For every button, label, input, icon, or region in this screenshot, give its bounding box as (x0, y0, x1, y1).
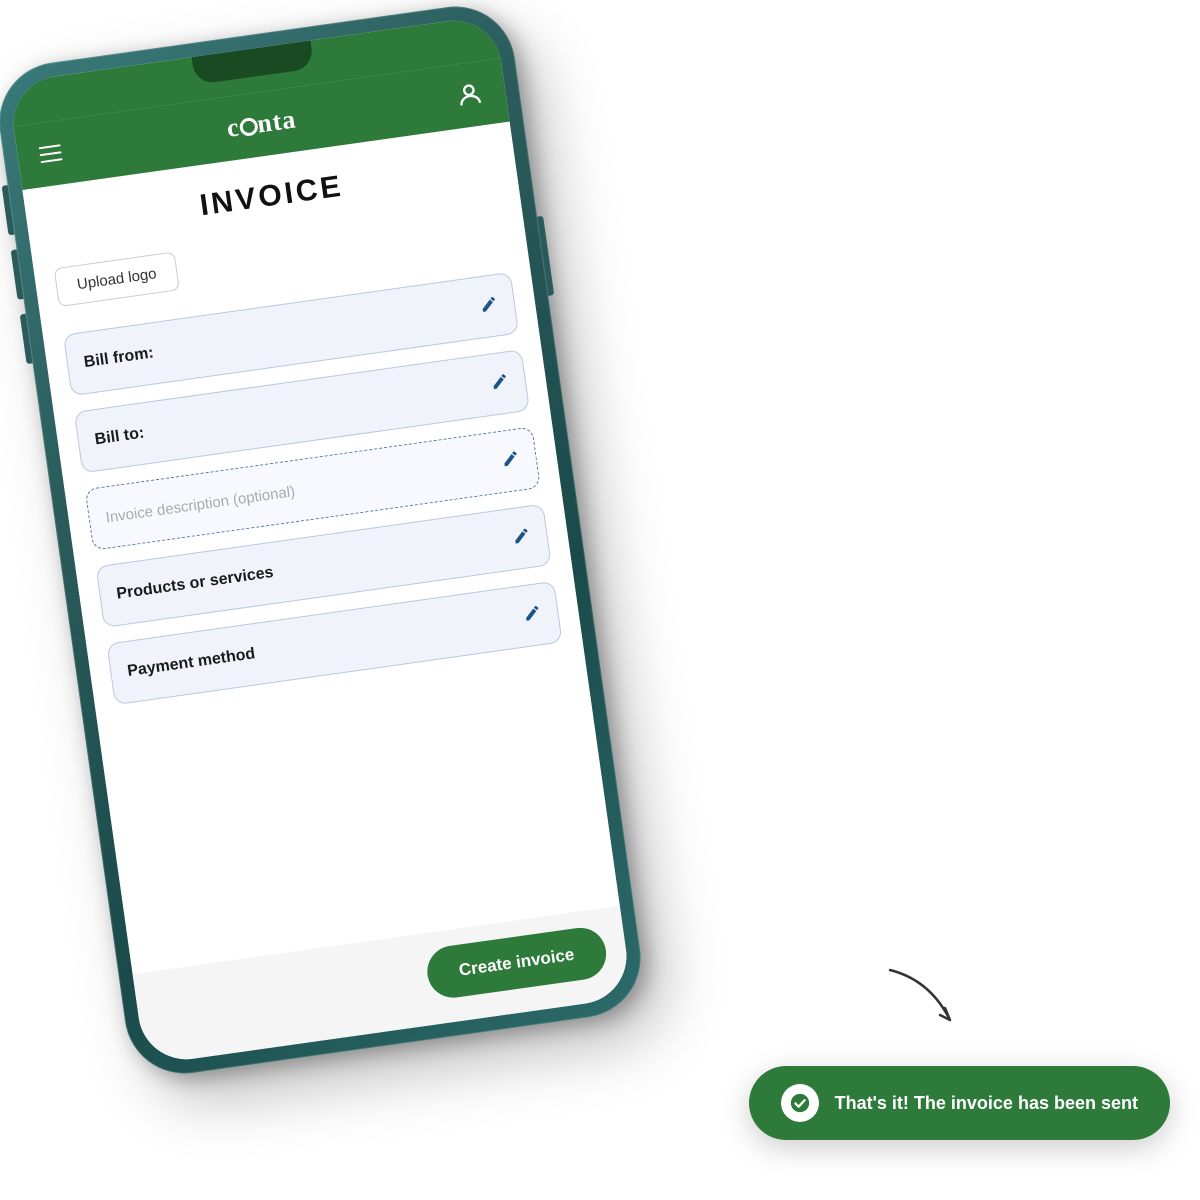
upload-logo-button[interactable]: Upload logo (54, 251, 180, 307)
phone-shell: cnta INVOICE Upload logo B (0, 0, 648, 1081)
toast-message: That's it! The invoice has been sent (835, 1093, 1138, 1114)
bill-from-edit-icon (479, 294, 500, 319)
scene: cnta INVOICE Upload logo B (0, 0, 1200, 1200)
invoice-description-placeholder: Invoice description (optional) (105, 483, 296, 526)
user-icon[interactable] (454, 79, 486, 111)
phone-mockup: cnta INVOICE Upload logo B (0, 0, 648, 1081)
arrow-decoration (880, 960, 980, 1040)
bill-to-label: Bill to: (94, 425, 146, 450)
invoice-description-edit-icon (500, 448, 521, 473)
check-circle-icon (781, 1084, 819, 1122)
screen-content: INVOICE Upload logo Bill from: Bill (22, 122, 619, 975)
products-services-label: Products or services (115, 564, 274, 604)
hamburger-icon[interactable] (39, 144, 63, 163)
phone-screen: cnta INVOICE Upload logo B (7, 15, 632, 1066)
payment-method-label: Payment method (126, 645, 256, 681)
payment-method-edit-icon (522, 603, 543, 628)
bill-to-edit-icon (489, 371, 510, 396)
notch (192, 40, 315, 84)
app-logo: cnta (225, 104, 298, 143)
success-toast: That's it! The invoice has been sent (749, 1066, 1170, 1140)
products-services-edit-icon (511, 525, 532, 550)
bill-from-label: Bill from: (83, 344, 155, 372)
create-invoice-button[interactable]: Create invoice (424, 924, 610, 1001)
